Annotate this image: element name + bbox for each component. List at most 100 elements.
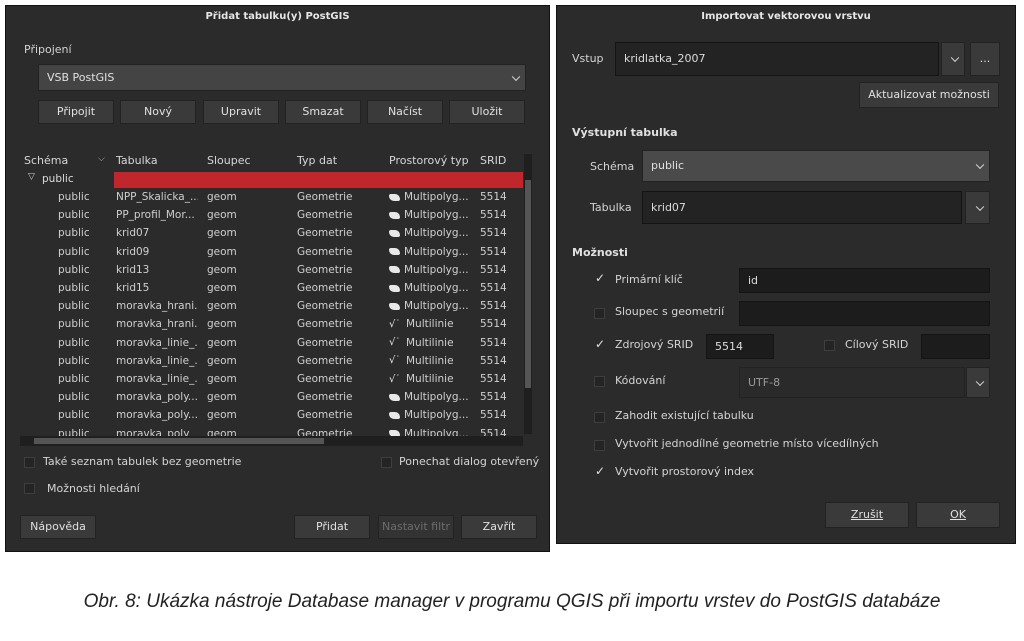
- single-geom-checkbox[interactable]: [594, 440, 605, 451]
- source-srid-label: Zdrojový SRID: [615, 338, 694, 351]
- tables-tree[interactable]: Schéma ⌵ Tabulka Sloupec Typ dat Prostor…: [20, 154, 532, 448]
- table-row[interactable]: public moravka_linie_... geom Geometrie √˙ Mu…: [20, 371, 523, 389]
- table-field[interactable]: krid07: [642, 191, 962, 224]
- primary-key-checkbox[interactable]: ✓: [594, 271, 605, 285]
- spatial-type-text: Multilinie: [406, 318, 454, 331]
- spatial-type-text: Multilinie: [406, 354, 454, 367]
- delete-button[interactable]: Smazat: [285, 100, 361, 124]
- horizontal-scrollbar[interactable]: [20, 436, 523, 446]
- table-row[interactable]: public moravka_linie_... geom Geometrie √˙ Mu…: [20, 353, 523, 371]
- vertical-scrollbar[interactable]: [524, 154, 532, 434]
- geom-column-checkbox[interactable]: [594, 308, 605, 319]
- table-row[interactable]: public krid15 geom Geometrie Multipolyg... 55…: [20, 280, 523, 298]
- source-srid-field[interactable]: 5514: [706, 334, 774, 359]
- cell-srid: 5514: [480, 209, 507, 222]
- cell-spatial: Multipolyg...: [389, 246, 477, 258]
- dialog-title: Přidat tabulku(y) PostGIS: [205, 11, 350, 22]
- column-header-table[interactable]: Tabulka: [116, 154, 158, 172]
- cancel-button[interactable]: Zrušit: [825, 502, 909, 528]
- table-row[interactable]: public krid07 geom Geometrie Multipolyg... 55…: [20, 225, 523, 243]
- save-button[interactable]: Uložit: [449, 100, 525, 124]
- cell-type: Geometrie: [297, 191, 353, 203]
- cell-schema: public: [58, 354, 90, 367]
- schema-combo[interactable]: public: [642, 150, 990, 182]
- new-button[interactable]: Nový: [120, 100, 196, 124]
- drop-table-label: Zahodit existující tabulku: [615, 409, 754, 422]
- help-button[interactable]: Nápověda: [20, 515, 96, 539]
- source-srid-checkbox[interactable]: ✓: [594, 337, 605, 351]
- column-header-spatial-type[interactable]: Prostorový typ: [389, 154, 469, 172]
- primary-key-field[interactable]: id: [739, 268, 990, 293]
- cell-type: Geometrie: [297, 209, 353, 222]
- column-header-schema[interactable]: Schéma: [24, 154, 68, 172]
- vertical-scrollbar-thumb[interactable]: [525, 180, 531, 388]
- cell-spatial: Multipolyg...: [389, 264, 477, 276]
- input-label: Vstup: [572, 52, 604, 65]
- expand-triangle-icon[interactable]: ▽: [28, 172, 35, 182]
- target-srid-checkbox[interactable]: [824, 340, 835, 351]
- spatial-index-checkbox[interactable]: ✓: [594, 464, 605, 478]
- encoding-combo[interactable]: UTF-8: [739, 367, 965, 398]
- table-dropdown[interactable]: [965, 191, 990, 224]
- keep-dialog-open-checkbox[interactable]: [381, 457, 392, 468]
- cell-spatial: √˙ Multilinie: [389, 373, 477, 385]
- cell-column: geom: [207, 318, 237, 331]
- column-header-column[interactable]: Sloupec: [207, 154, 251, 172]
- schema-label: Schéma: [590, 160, 635, 173]
- polygon-icon: [389, 193, 400, 201]
- table-row[interactable]: public moravka_poly... geom Geometrie Multip…: [20, 389, 523, 407]
- cell-type: Geometrie: [297, 336, 353, 349]
- cell-srid: 5514: [480, 409, 507, 422]
- cell-column: geom: [207, 354, 237, 367]
- chevron-down-icon: [975, 202, 985, 211]
- spatial-type-text: Multipolyg...: [404, 300, 469, 313]
- chevron-down-icon: [975, 160, 985, 170]
- table-row[interactable]: public PP_profil_Mor... geom Geometrie Multi…: [20, 207, 523, 225]
- encoding-checkbox[interactable]: [594, 376, 605, 387]
- cell-spatial: Multipolyg...: [389, 209, 477, 221]
- table-row[interactable]: public NPP_Skalicka_... geom Geometrie Multi…: [20, 189, 523, 207]
- cell-spatial: Multipolyg...: [389, 391, 477, 403]
- encoding-dropdown[interactable]: [966, 367, 990, 398]
- column-header-srid[interactable]: SRID: [480, 154, 506, 172]
- cell-spatial: √˙ Multilinie: [389, 318, 477, 330]
- cell-spatial: Multipolyg...: [389, 227, 477, 239]
- also-list-no-geom-label: Také seznam tabulek bez geometrie: [43, 455, 242, 468]
- close-button[interactable]: Zavřít: [461, 515, 537, 539]
- table-row[interactable]: public krid09 geom Geometrie Multipolyg... 55…: [20, 244, 523, 262]
- table-row[interactable]: public moravka_hrani... geom Geometrie √˙ Mul…: [20, 316, 523, 334]
- cell-type: Geometrie: [297, 373, 353, 385]
- add-postgis-tables-dialog: Přidat tabulku(y) PostGIS Připojení VSB …: [5, 5, 550, 552]
- add-button[interactable]: Přidat: [294, 515, 370, 539]
- table-row[interactable]: public moravka_hrani... geom Geometrie Multi…: [20, 298, 523, 316]
- table-row[interactable]: public moravka_poly... geom Geometrie Multip…: [20, 407, 523, 425]
- also-list-no-geom-checkbox[interactable]: [24, 457, 35, 468]
- search-options-checkbox[interactable]: [24, 483, 35, 494]
- update-options-button[interactable]: Aktualizovat možnosti: [859, 82, 999, 108]
- geom-column-field[interactable]: [739, 301, 990, 326]
- cell-schema: public: [58, 191, 90, 203]
- cell-table: krid09: [116, 245, 150, 258]
- connect-button[interactable]: Připojit: [38, 100, 114, 124]
- cell-srid: 5514: [480, 263, 507, 276]
- cell-table: moravka_linie_...: [116, 373, 198, 385]
- table-row[interactable]: public moravka_linie_... geom Geometrie √˙ Mu…: [20, 335, 523, 353]
- input-field[interactable]: kridlatka_2007: [615, 42, 939, 76]
- column-header-type[interactable]: Typ dat: [297, 154, 337, 172]
- cell-schema: public: [58, 409, 90, 422]
- input-dropdown[interactable]: [941, 42, 965, 76]
- table-value: krid07: [651, 201, 686, 214]
- cell-column: geom: [207, 409, 237, 422]
- browse-button[interactable]: ...: [970, 42, 1000, 76]
- connection-combo[interactable]: VSB PostGIS: [38, 64, 526, 91]
- edit-button[interactable]: Upravit: [203, 100, 279, 124]
- cell-schema: public: [58, 209, 90, 222]
- horizontal-scrollbar-thumb[interactable]: [34, 438, 324, 444]
- load-button[interactable]: Načíst: [367, 100, 443, 124]
- target-srid-field[interactable]: [921, 334, 990, 359]
- drop-table-checkbox[interactable]: [594, 412, 605, 423]
- group-row-public[interactable]: ▽ public: [20, 172, 523, 188]
- ok-button[interactable]: OK: [916, 502, 1000, 528]
- set-filter-button[interactable]: Nastavit filtr: [378, 515, 454, 539]
- table-row[interactable]: public krid13 geom Geometrie Multipolyg... 55…: [20, 262, 523, 280]
